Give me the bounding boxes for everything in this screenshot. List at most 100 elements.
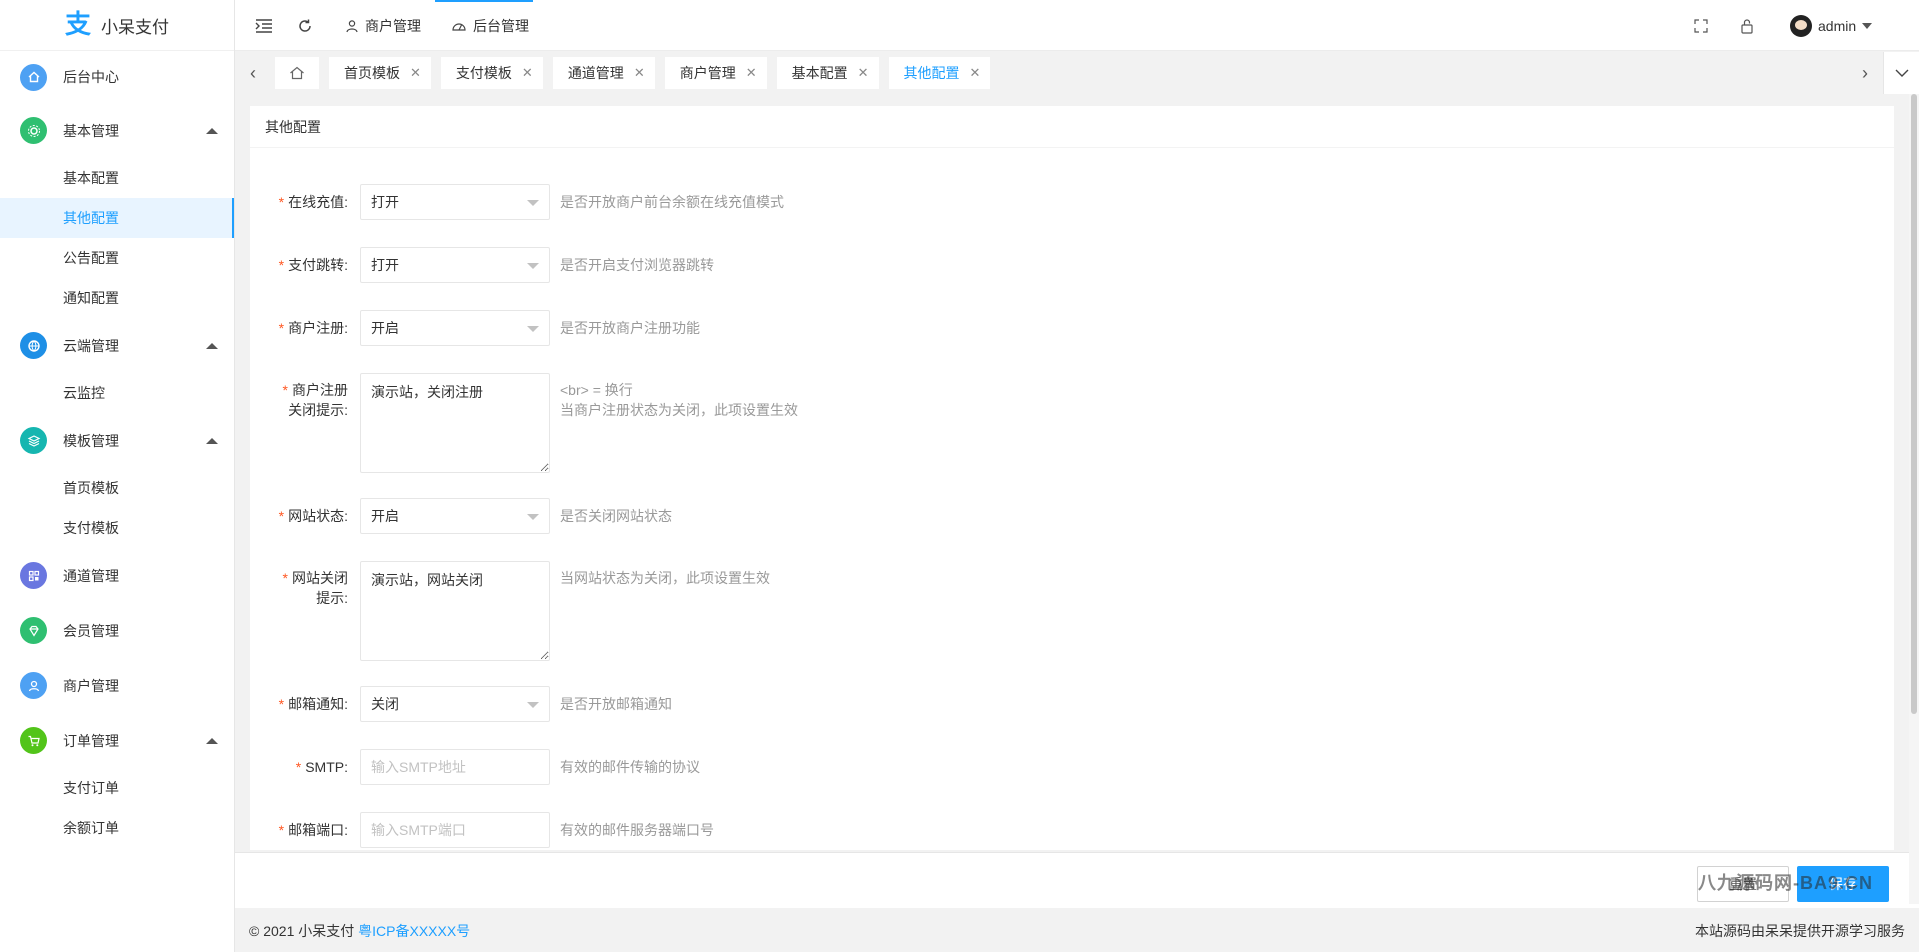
- close-icon[interactable]: ✕: [410, 65, 421, 81]
- lock-button[interactable]: [1740, 0, 1754, 51]
- sidebar-item-home-template[interactable]: 首页模板: [0, 468, 234, 508]
- close-icon[interactable]: ✕: [970, 65, 981, 81]
- close-icon[interactable]: ✕: [634, 65, 645, 81]
- sidebar-item-pay-order[interactable]: 支付订单: [0, 768, 234, 808]
- field-hint: <br> = 换行 当商户注册状态为关闭，此项设置生效: [560, 382, 798, 418]
- header-admin-label: 后台管理: [473, 17, 529, 34]
- reset-button[interactable]: 重置: [1697, 866, 1789, 902]
- grid-icon: [20, 562, 47, 589]
- user-icon: [20, 672, 47, 699]
- tabs-next-button[interactable]: ›: [1847, 52, 1883, 94]
- indent-icon: [255, 18, 272, 33]
- card-title: 其他配置: [250, 106, 1894, 148]
- icp-link[interactable]: 粤ICP备XXXXX号: [358, 923, 470, 939]
- tab-other-config[interactable]: 其他配置 ✕: [888, 57, 991, 89]
- settings-icon: [20, 117, 47, 144]
- chevron-down-icon: [527, 200, 539, 206]
- close-icon[interactable]: ✕: [858, 65, 869, 81]
- sidebar-group-label: 模板管理: [63, 432, 119, 449]
- mail-port-input[interactable]: [360, 812, 550, 848]
- refresh-button[interactable]: [297, 0, 313, 51]
- header-admin-link[interactable]: 后台管理: [451, 0, 529, 51]
- menu-toggle-button[interactable]: [255, 0, 273, 51]
- merchant-register-select[interactable]: 开启: [360, 310, 550, 346]
- sidebar-item-other-config[interactable]: 其他配置: [0, 198, 234, 238]
- chevron-up-icon: [206, 127, 218, 134]
- sidebar-item-label: 通道管理: [63, 567, 119, 584]
- tab-pay-template[interactable]: 支付模板 ✕: [440, 57, 543, 89]
- smtp-input[interactable]: [360, 749, 550, 785]
- sidebar-item-home[interactable]: 后台中心: [0, 51, 234, 103]
- chevron-down-icon: [527, 514, 539, 520]
- tab-channel[interactable]: 通道管理 ✕: [552, 57, 655, 89]
- refresh-icon: [299, 19, 311, 32]
- tab-label: 基本配置: [791, 65, 848, 81]
- chevron-down-icon: [1862, 22, 1873, 29]
- footer: © 2021 小呆支付 粤ICP备XXXXX号 本站源码由呆呆提供开源学习服务: [235, 910, 1919, 952]
- tab-merchant[interactable]: 商户管理 ✕: [664, 57, 767, 89]
- sidebar-group-order[interactable]: 订单管理: [0, 713, 234, 768]
- sidebar-item-label: 商户管理: [63, 677, 119, 694]
- layers-icon: [20, 427, 47, 454]
- sidebar-group-template[interactable]: 模板管理: [0, 413, 234, 468]
- row-merchant-register: * 商户注册: 开启 是否开放商户注册功能: [250, 310, 700, 346]
- field-hint: 当网站状态为关闭，此项设置生效: [560, 570, 770, 586]
- chevron-down-icon: [527, 326, 539, 332]
- sidebar-item-member[interactable]: 会员管理: [0, 603, 234, 658]
- sidebar-item-cloud-monitor[interactable]: 云监控: [0, 373, 234, 413]
- avatar: [1790, 14, 1812, 37]
- sidebar-group-basic[interactable]: 基本管理: [0, 103, 234, 158]
- sidebar-item-label: 会员管理: [63, 622, 119, 639]
- app-logo[interactable]: 支 小呆支付: [0, 0, 234, 51]
- tab-label: 商户管理: [679, 65, 736, 81]
- field-hint: 是否关闭网站状态: [560, 508, 672, 524]
- scrollbar-thumb[interactable]: [1911, 94, 1917, 714]
- field-label: * 网站状态:: [278, 508, 348, 524]
- chevron-down-icon: [1895, 69, 1908, 77]
- header-merchant-label: 商户管理: [365, 17, 421, 34]
- header-merchant-link[interactable]: 商户管理: [345, 0, 421, 51]
- sidebar-group-label: 基本管理: [63, 122, 119, 139]
- sidebar-menu: 后台中心 基本管理 基本配置 其他配置 公告配置 通知配置 云端管理 云监控 模…: [0, 51, 234, 848]
- tab-basic-config[interactable]: 基本配置 ✕: [776, 57, 879, 89]
- tab-home[interactable]: [275, 57, 319, 89]
- field-label: * 在线充值:: [278, 194, 348, 210]
- user-menu[interactable]: admin: [1790, 0, 1873, 51]
- lock-icon: [1741, 18, 1753, 34]
- sidebar-item-notice-config[interactable]: 公告配置: [0, 238, 234, 278]
- tab-label: 支付模板: [455, 65, 512, 81]
- logo-icon: 支: [64, 10, 91, 40]
- field-hint: 是否开放商户注册功能: [560, 320, 700, 336]
- sidebar-item-balance-order[interactable]: 余额订单: [0, 808, 234, 848]
- tab-label: 首页模板: [344, 65, 400, 81]
- field-hint: 是否开放邮箱通知: [560, 696, 672, 712]
- sidebar-item-notify-config[interactable]: 通知配置: [0, 278, 234, 318]
- sidebar-item-pay-template[interactable]: 支付模板: [0, 508, 234, 548]
- site-close-tip-textarea[interactable]: 演示站，网站关闭: [360, 561, 550, 661]
- chevron-down-icon: [527, 263, 539, 269]
- field-label: * 商户注册:: [278, 320, 348, 336]
- close-icon[interactable]: ✕: [746, 65, 757, 81]
- close-icon[interactable]: ✕: [522, 65, 533, 81]
- sidebar-group-cloud[interactable]: 云端管理: [0, 318, 234, 373]
- save-button[interactable]: 保存: [1797, 866, 1889, 902]
- sidebar-group-label: 订单管理: [63, 732, 119, 749]
- pay-redirect-select[interactable]: 打开: [360, 247, 550, 283]
- online-recharge-select[interactable]: 打开: [360, 184, 550, 220]
- sidebar-item-basic-config[interactable]: 基本配置: [0, 158, 234, 198]
- fullscreen-button[interactable]: [1694, 0, 1708, 51]
- sidebar-item-channel[interactable]: 通道管理: [0, 548, 234, 603]
- sidebar-item-merchant[interactable]: 商户管理: [0, 658, 234, 713]
- tabs-dropdown-button[interactable]: [1883, 52, 1919, 94]
- register-close-tip-textarea[interactable]: 演示站，关闭注册: [360, 373, 550, 473]
- vertical-scrollbar[interactable]: [1909, 94, 1919, 904]
- field-hint: 是否开启支付浏览器跳转: [560, 257, 714, 273]
- sidebar: 支 小呆支付 后台中心 基本管理 基本配置 其他配置 公告配置 通知配置 云端管…: [0, 0, 235, 952]
- tab-home-template[interactable]: 首页模板 ✕: [329, 57, 431, 89]
- site-status-select[interactable]: 开启: [360, 498, 550, 534]
- mail-notify-select[interactable]: 关闭: [360, 686, 550, 722]
- row-online-recharge: * 在线充值: 打开 是否开放商户前台余额在线充值模式: [250, 184, 784, 220]
- user-icon: [346, 19, 358, 32]
- tabs-prev-button[interactable]: ‹: [235, 52, 271, 94]
- field-hint: 是否开放商户前台余额在线充值模式: [560, 194, 784, 210]
